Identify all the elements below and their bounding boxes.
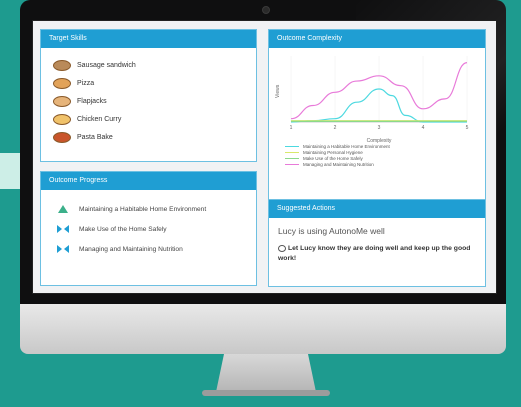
curry-icon: [53, 113, 71, 125]
x-tick-label: 5: [466, 125, 469, 131]
complexity-chart: 12345 Views Complexity: [275, 56, 469, 144]
legend-label: Maintaining a Habitable Home Environment: [303, 143, 390, 149]
progress-label: Make Use of the Home Safely: [79, 225, 167, 233]
skill-label: Pizza: [77, 79, 95, 87]
skill-item[interactable]: Chicken Curry: [53, 110, 256, 128]
skills-list: Sausage sandwich Pizza Flapjacks Chicken…: [41, 48, 256, 146]
outcome-complexity-header: Outcome Complexity: [269, 30, 485, 48]
monitor-stand: [216, 354, 316, 392]
skill-label: Flapjacks: [77, 97, 107, 105]
pizza-icon: [53, 77, 71, 89]
skill-item[interactable]: Pasta Bake: [53, 128, 256, 146]
monitor-chin: [20, 304, 506, 354]
legend-label: Make Use of the Home Safely: [303, 155, 363, 161]
progress-item[interactable]: Managing and Maintaining Nutrition: [57, 239, 256, 259]
bowtie-icon: [57, 244, 69, 254]
skill-item[interactable]: Sausage sandwich: [53, 56, 256, 74]
progress-item[interactable]: Maintaining a Habitable Home Environment: [57, 199, 256, 219]
suggestion-title: Lucy is using AutonoMe well: [278, 226, 385, 236]
x-tick-label: 1: [290, 125, 293, 131]
progress-label: Maintaining a Habitable Home Environment: [79, 205, 207, 213]
dashboard-screen: Target Skills Sausage sandwich Pizza Fla…: [32, 20, 497, 294]
triangle-up-icon: [57, 204, 69, 214]
pasta-icon: [53, 131, 71, 143]
target-skills-card: Target Skills Sausage sandwich Pizza Fla…: [40, 29, 257, 162]
y-axis-label: Views: [275, 84, 281, 98]
outcome-progress-card: Outcome Progress Maintaining a Habitable…: [40, 171, 257, 286]
monitor: Target Skills Sausage sandwich Pizza Fla…: [20, 0, 506, 396]
sandwich-icon: [53, 59, 71, 71]
flapjack-icon: [53, 95, 71, 107]
suggestion-body: Let Lucy know they are doing well and ke…: [278, 245, 471, 262]
chat-bubble-icon: [278, 244, 286, 252]
skill-label: Pasta Bake: [77, 133, 113, 141]
bowtie-icon: [57, 224, 69, 234]
legend-label: Maintaining Personal Hygiene: [303, 149, 363, 155]
legend-label: Managing and Maintaining Nutrition: [303, 161, 374, 167]
progress-list: Maintaining a Habitable Home Environment…: [41, 190, 256, 259]
monitor-foot: [202, 390, 330, 396]
x-tick-label: 4: [422, 125, 425, 131]
outcome-complexity-card: Outcome Complexity 12345 Views Complexit…: [268, 29, 486, 207]
chart-legend: Maintaining a Habitable Home Environment…: [285, 143, 390, 167]
skill-item[interactable]: Pizza: [53, 74, 256, 92]
skill-item[interactable]: Flapjacks: [53, 92, 256, 110]
skill-label: Chicken Curry: [77, 115, 122, 123]
accent-strip: [0, 153, 22, 189]
target-skills-header: Target Skills: [41, 30, 256, 48]
suggestion-text: Let Lucy know they are doing well and ke…: [278, 244, 475, 264]
camera-icon: [262, 6, 270, 14]
progress-item[interactable]: Make Use of the Home Safely: [57, 219, 256, 239]
legend-item: Managing and Maintaining Nutrition: [285, 161, 390, 167]
x-tick-label: 2: [334, 125, 337, 131]
progress-label: Managing and Maintaining Nutrition: [79, 245, 183, 253]
x-tick-label: 3: [378, 125, 381, 131]
suggested-actions-header: Suggested Actions: [269, 200, 485, 218]
skill-label: Sausage sandwich: [77, 61, 136, 69]
outcome-progress-header: Outcome Progress: [41, 172, 256, 190]
suggested-actions-card: Suggested Actions Lucy is using AutonoMe…: [268, 199, 486, 287]
